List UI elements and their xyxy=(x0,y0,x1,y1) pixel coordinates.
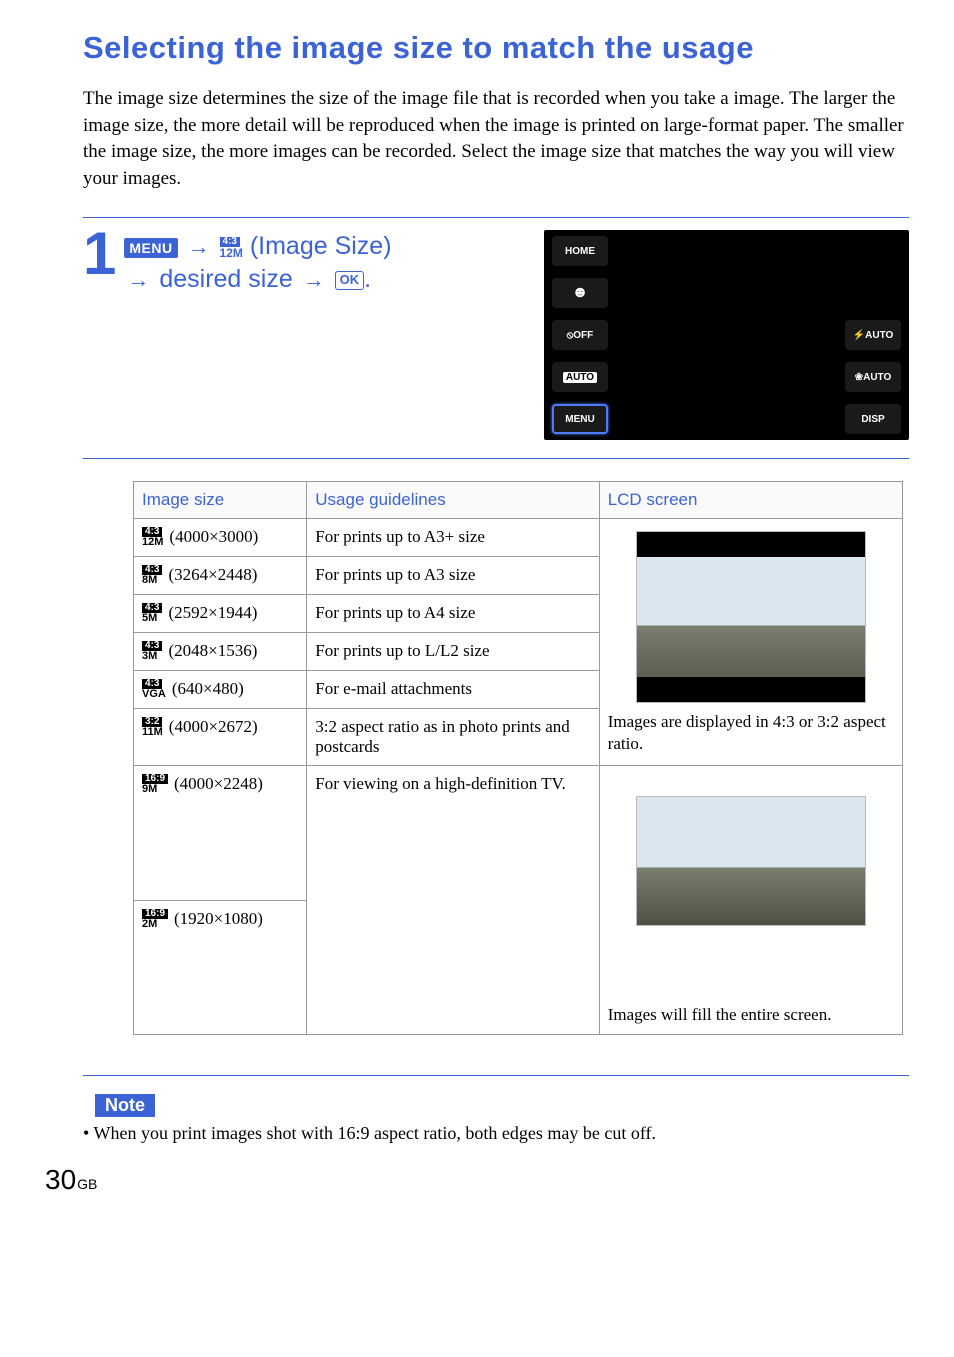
ok-badge: OK xyxy=(335,271,365,290)
lcd-preview-4-3: Images are displayed in 4:3 or 3:2 aspec… xyxy=(599,519,902,766)
lcd-macro-button: ❀AUTO xyxy=(845,362,901,392)
note-badge: Note xyxy=(95,1094,155,1117)
image-size-icon: 4:3 12M xyxy=(220,237,243,259)
lcd-flash-button: ⚡AUTO xyxy=(845,320,901,350)
lcd-home-button: HOME xyxy=(552,236,608,266)
th-image-size: Image size xyxy=(134,482,307,519)
page-number: 30 GB xyxy=(45,1164,909,1196)
arrow-icon: → xyxy=(303,267,325,292)
lcd-image-16-9 xyxy=(636,796,866,926)
lcd-disp-button: DISP xyxy=(845,404,901,434)
note-text: When you print images shot with 16:9 asp… xyxy=(83,1123,909,1144)
th-lcd: LCD screen xyxy=(599,482,902,519)
menu-badge: MENU xyxy=(124,238,177,258)
lcd-image-4-3 xyxy=(636,531,866,703)
page-title: Selecting the image size to match the us… xyxy=(83,30,909,66)
lcd-menu-button: MENU xyxy=(552,404,608,434)
lcd-face-button: ☻ xyxy=(552,278,608,308)
step-block: 1 MENU → 4:3 12M (Image Size) → desired … xyxy=(83,217,909,459)
table-row: 4:312M (4000×3000) For prints up to A3+ … xyxy=(134,519,903,557)
th-usage: Usage guidelines xyxy=(307,482,599,519)
table-row: 16:99M (4000×2248) For viewing on a high… xyxy=(134,766,903,901)
camera-lcd-preview: HOME ☻ ⦸OFF AUTO MENU ⚡AUTO ❀AUTO DISP xyxy=(544,230,909,440)
image-size-table: Image size Usage guidelines LCD screen 4… xyxy=(133,481,903,1035)
step-number: 1 xyxy=(83,230,116,278)
lcd-rec-button: ⦸OFF xyxy=(552,320,608,350)
lcd-preview-16-9: Images will fill the entire screen. xyxy=(599,766,902,1035)
arrow-icon: → xyxy=(127,267,149,292)
lcd-auto-button: AUTO xyxy=(552,362,608,392)
arrow-icon: → xyxy=(188,234,210,259)
intro-paragraph: The image size determines the size of th… xyxy=(83,86,909,192)
step-instruction: MENU → 4:3 12M (Image Size) → desired si… xyxy=(124,230,391,295)
divider xyxy=(83,1075,909,1076)
